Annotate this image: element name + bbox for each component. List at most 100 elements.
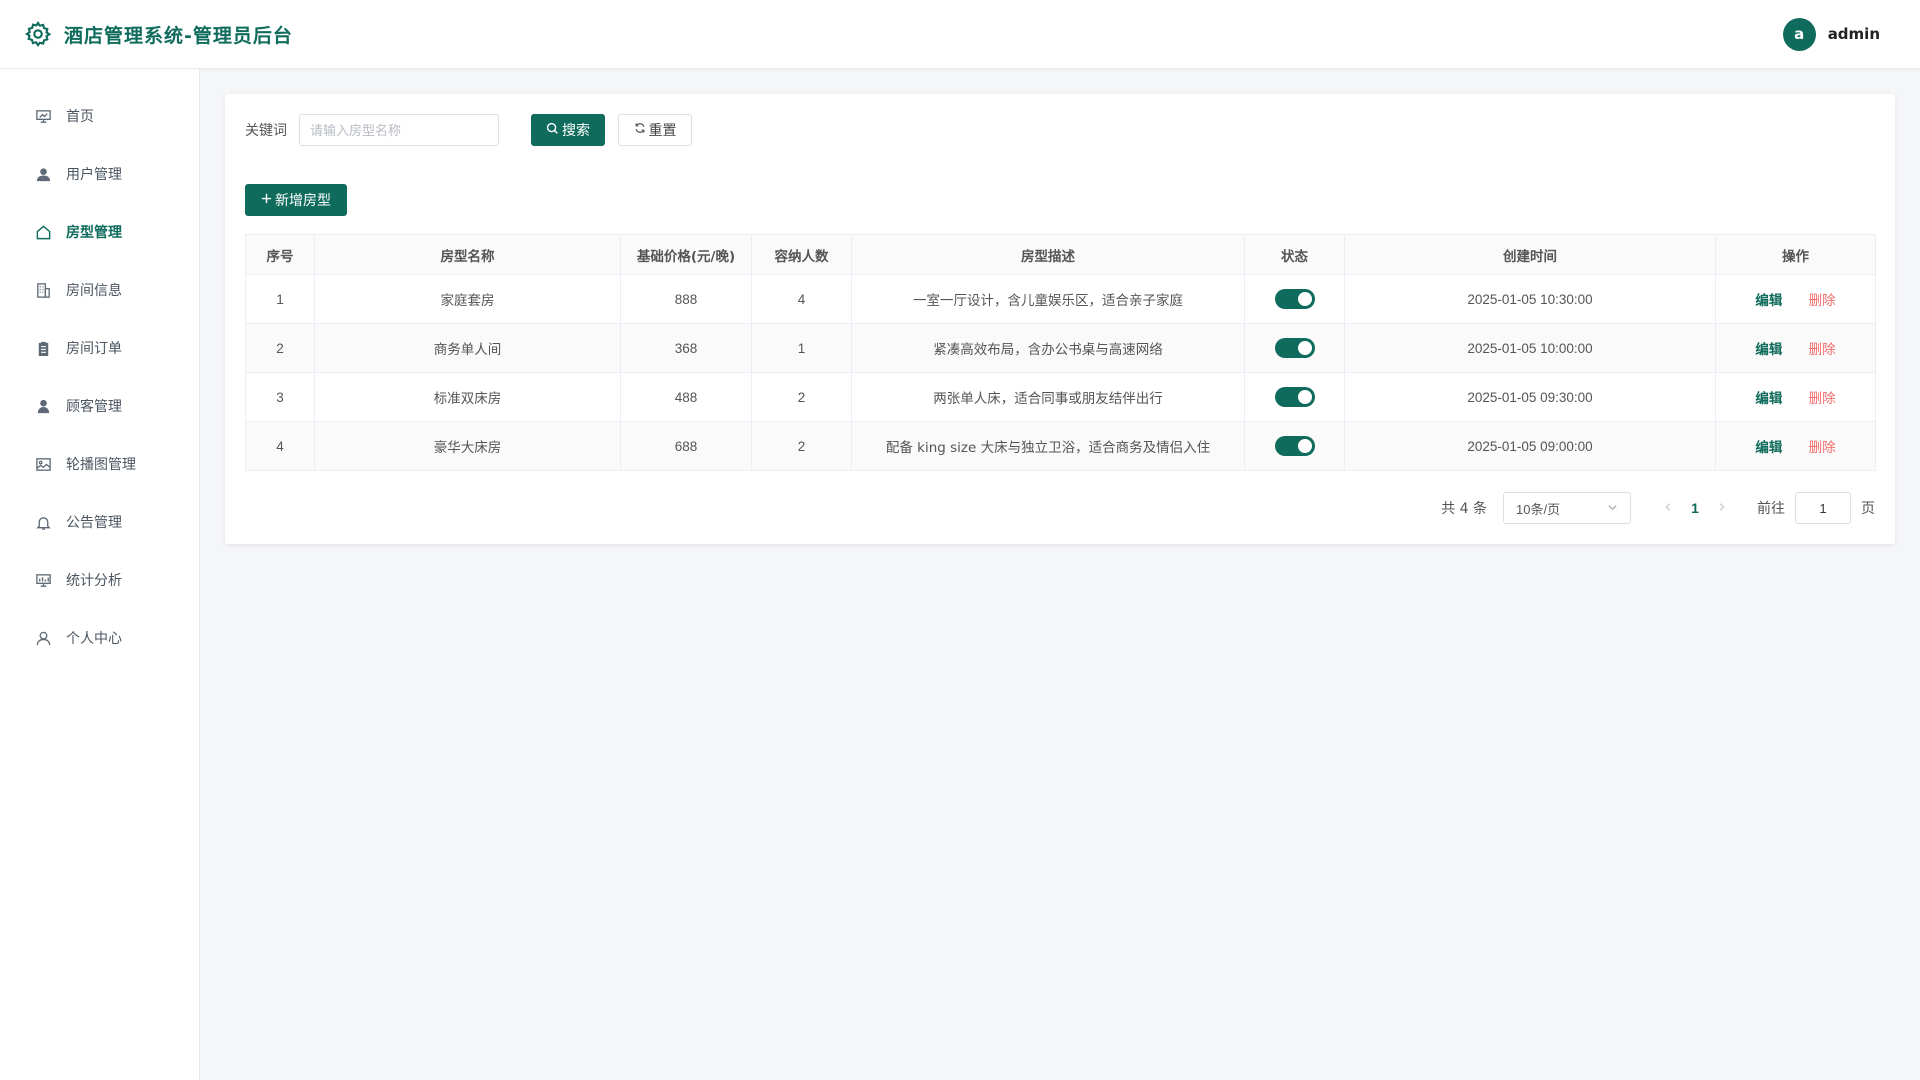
- search-bar: 关键词 搜索 重置: [245, 114, 1875, 146]
- user-menu[interactable]: a admin: [1782, 17, 1880, 51]
- prev-page-button[interactable]: [1657, 500, 1679, 516]
- brand: 酒店管理系统-管理员后台: [24, 20, 293, 48]
- refresh-icon: [634, 122, 646, 138]
- cell-actions: 编辑 删除: [1715, 274, 1876, 324]
- table-header-row: 序号 房型名称 基础价格(元/晚) 容纳人数 房型描述 状态 创建时间 操作: [245, 234, 1876, 275]
- chevron-down-icon: [1607, 501, 1618, 516]
- cell-name: 商务单人间: [314, 323, 621, 373]
- table-row: 4 豪华大床房 688 2 配备 king size 大床与独立卫浴，适合商务及…: [245, 421, 1876, 471]
- sidebar-item-carousel[interactable]: 轮播图管理: [0, 435, 199, 493]
- content-card: 关键词 搜索 重置 新增房型: [225, 94, 1895, 544]
- cell-status: [1244, 323, 1345, 373]
- column-header: 状态: [1244, 234, 1345, 275]
- building-icon: [34, 281, 52, 299]
- customer-icon: [34, 397, 52, 415]
- user-icon: [34, 165, 52, 183]
- username[interactable]: admin: [1828, 25, 1880, 43]
- sidebar-item-users[interactable]: 用户管理: [0, 145, 199, 203]
- table-row: 2 商务单人间 368 1 紧凑高效布局，含办公书桌与高速网络 2025-01-…: [245, 323, 1876, 373]
- cell-created: 2025-01-05 09:00:00: [1344, 421, 1716, 471]
- cell-index: 4: [245, 421, 315, 471]
- room-type-table: 序号 房型名称 基础价格(元/晚) 容纳人数 房型描述 状态 创建时间 操作 1…: [245, 234, 1876, 471]
- add-room-type-button[interactable]: 新增房型: [245, 184, 347, 216]
- sidebar-item-room-types[interactable]: 房型管理: [0, 203, 199, 261]
- edit-button[interactable]: 编辑: [1755, 293, 1782, 309]
- sidebar-item-announcements[interactable]: 公告管理: [0, 493, 199, 551]
- top-header: 酒店管理系统-管理员后台 a admin: [0, 0, 1920, 69]
- cell-name: 豪华大床房: [314, 421, 621, 471]
- page-size-select[interactable]: 10条/页: [1503, 492, 1631, 524]
- sidebar-item-label: 公告管理: [66, 515, 122, 531]
- status-toggle[interactable]: [1274, 387, 1315, 407]
- profile-icon: [34, 629, 52, 647]
- cell-created: 2025-01-05 10:00:00: [1344, 323, 1716, 373]
- column-header: 房型名称: [314, 234, 621, 275]
- sidebar-item-label: 个人中心: [66, 631, 122, 647]
- cell-actions: 编辑 删除: [1715, 421, 1876, 471]
- cell-status: [1244, 421, 1345, 471]
- pagination-total: 共 4 条: [1441, 501, 1487, 517]
- search-input[interactable]: [299, 114, 499, 146]
- next-page-button[interactable]: [1711, 500, 1733, 516]
- goto-page-input[interactable]: [1795, 492, 1851, 524]
- goto-label: 前往: [1757, 501, 1785, 517]
- sidebar-item-label: 统计分析: [66, 573, 122, 589]
- cell-index: 1: [245, 274, 315, 324]
- delete-button[interactable]: 删除: [1809, 440, 1836, 456]
- house-icon: [34, 223, 52, 241]
- delete-button[interactable]: 删除: [1809, 342, 1836, 358]
- delete-button[interactable]: 删除: [1809, 391, 1836, 407]
- cell-created: 2025-01-05 10:30:00: [1344, 274, 1716, 324]
- edit-button[interactable]: 编辑: [1755, 342, 1782, 358]
- reset-button-label: 重置: [648, 123, 677, 139]
- table-row: 3 标准双床房 488 2 两张单人床，适合同事或朋友结伴出行 2025-01-…: [245, 372, 1876, 422]
- page-number[interactable]: 1: [1679, 500, 1711, 516]
- edit-button[interactable]: 编辑: [1755, 391, 1782, 407]
- search-button[interactable]: 搜索: [531, 114, 605, 146]
- column-header: 操作: [1715, 234, 1876, 275]
- table-row: 1 家庭套房 888 4 一室一厅设计，含儿童娱乐区，适合亲子家庭 2025-0…: [245, 274, 1876, 324]
- edit-button[interactable]: 编辑: [1755, 440, 1782, 456]
- sidebar-item-statistics[interactable]: 统计分析: [0, 551, 199, 609]
- dashboard-icon: [34, 107, 52, 125]
- cell-price: 688: [620, 421, 752, 471]
- sidebar-item-home[interactable]: 首页: [0, 87, 199, 145]
- page-size-value: 10条/页: [1516, 501, 1561, 517]
- chevron-left-icon: [1665, 503, 1671, 511]
- cell-price: 368: [620, 323, 752, 373]
- cell-actions: 编辑 删除: [1715, 323, 1876, 373]
- plus-icon: [261, 192, 272, 208]
- status-toggle[interactable]: [1274, 289, 1315, 309]
- sidebar-item-orders[interactable]: 房间订单: [0, 319, 199, 377]
- sidebar-item-label: 房间信息: [66, 283, 122, 299]
- chevron-right-icon: [1719, 503, 1725, 511]
- reset-button[interactable]: 重置: [618, 114, 692, 146]
- add-button-label: 新增房型: [275, 193, 331, 209]
- sidebar-item-label: 用户管理: [66, 167, 122, 183]
- column-header: 创建时间: [1344, 234, 1716, 275]
- cell-capacity: 4: [751, 274, 852, 324]
- chart-icon: [34, 571, 52, 589]
- status-toggle[interactable]: [1274, 338, 1315, 358]
- keyword-label: 关键词: [245, 123, 287, 139]
- main-content: 关键词 搜索 重置 新增房型: [200, 69, 1920, 1080]
- cell-index: 3: [245, 372, 315, 422]
- sidebar-item-profile[interactable]: 个人中心: [0, 609, 199, 667]
- avatar[interactable]: a: [1782, 17, 1816, 51]
- delete-button[interactable]: 删除: [1809, 293, 1836, 309]
- cell-capacity: 1: [751, 323, 852, 373]
- sidebar-item-label: 房型管理: [66, 225, 122, 241]
- search-button-label: 搜索: [562, 123, 590, 139]
- cell-name: 家庭套房: [314, 274, 621, 324]
- cell-description: 紧凑高效布局，含办公书桌与高速网络: [851, 323, 1245, 373]
- gear-icon: [24, 20, 52, 48]
- cell-price: 888: [620, 274, 752, 324]
- sidebar-item-customers[interactable]: 顾客管理: [0, 377, 199, 435]
- status-toggle[interactable]: [1274, 436, 1315, 456]
- cell-capacity: 2: [751, 372, 852, 422]
- sidebar: 首页 用户管理 房型管理 房间信息 房间订单 顾客管理 轮播图管理 公告管理 统…: [0, 69, 200, 1080]
- column-header: 序号: [245, 234, 315, 275]
- cell-name: 标准双床房: [314, 372, 621, 422]
- sidebar-item-rooms[interactable]: 房间信息: [0, 261, 199, 319]
- pagination: 共 4 条 10条/页 1 前往 页: [1441, 492, 1875, 524]
